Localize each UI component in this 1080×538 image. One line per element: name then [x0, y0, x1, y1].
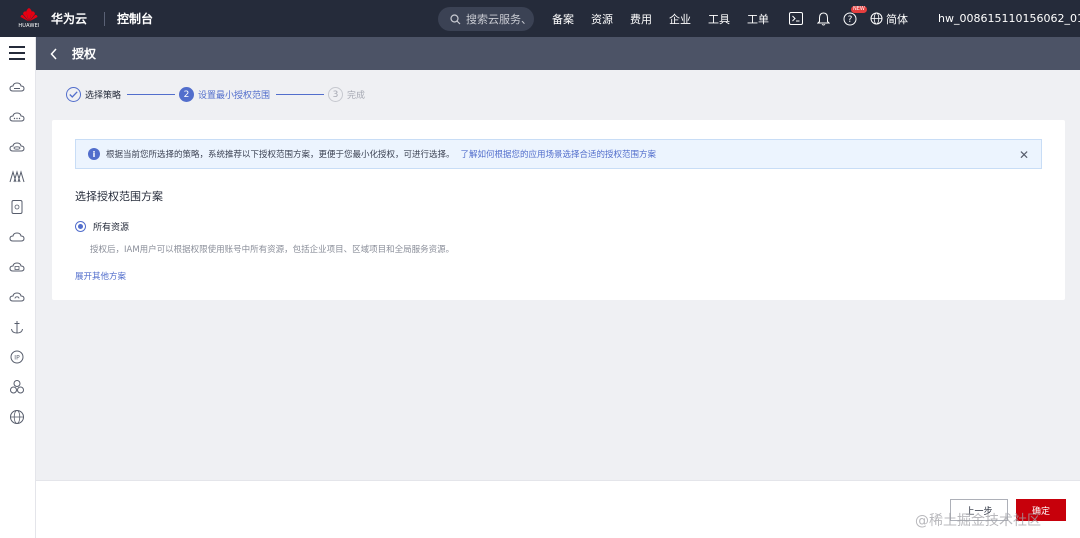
watermark: @稀土掘金技术社区 [915, 513, 1041, 529]
svg-text:?: ? [848, 15, 853, 25]
notice-text: 根据当前您所选择的策略，系统推荐以下授权范围方案，更便于您最小化授权，可进行选择… [106, 150, 455, 160]
username[interactable]: hw_008615110156062_01 [938, 12, 1080, 25]
top-navigation-bar: HUAWEI 华为云 控制台 搜索云服务、 备案 资源 费用 企业 工具 工单 [0, 0, 1080, 37]
new-badge: NEW [851, 5, 867, 13]
search-box[interactable]: 搜索云服务、 [438, 7, 534, 31]
network-icon[interactable] [9, 169, 25, 185]
top-icons: ? NEW 简体 [789, 0, 938, 37]
nav-beian[interactable]: 备案 [552, 11, 574, 27]
section-title: 选择授权范围方案 [75, 190, 163, 203]
bell-icon[interactable] [816, 11, 830, 26]
close-icon[interactable]: ✕ [1019, 148, 1029, 162]
help-icon[interactable]: ? NEW [843, 5, 867, 26]
cloud-outline-icon[interactable] [9, 229, 25, 245]
sidebar: IP [0, 37, 36, 538]
back-icon[interactable] [50, 47, 60, 61]
cloud-container-icon[interactable] [9, 259, 25, 275]
nav-enterprise[interactable]: 企业 [669, 11, 691, 27]
nav-tools[interactable]: 工具 [708, 11, 730, 27]
info-icon: i [88, 148, 100, 160]
brand[interactable]: HUAWEI 华为云 [0, 5, 104, 33]
huawei-logo[interactable]: HUAWEI [16, 5, 42, 33]
step-connector [127, 93, 176, 96]
page-title: 授权 [72, 47, 97, 61]
console-link[interactable]: 控制台 [117, 10, 153, 27]
svg-text:IP: IP [14, 355, 20, 362]
nav-tickets[interactable]: 工单 [747, 11, 769, 27]
search-icon [450, 13, 461, 24]
language-label: 简体 [886, 12, 908, 26]
option-description: 授权后，IAM用户可以根据权限使用账号中所有资源，包括企业项目、区域项目和全局服… [90, 245, 455, 255]
globe-icon[interactable] [9, 409, 25, 425]
ip-icon[interactable]: IP [9, 349, 25, 365]
anchor-icon[interactable] [9, 319, 25, 335]
scope-option-all-resources[interactable]: 所有资源 [75, 220, 129, 233]
logo-text: HUAWEI [18, 23, 40, 29]
step-1-check-icon [66, 87, 81, 102]
search-placeholder: 搜索云服务、 [466, 13, 532, 26]
cloud-database-icon[interactable] [9, 139, 25, 155]
expand-other-options-link[interactable]: 展开其他方案 [75, 270, 126, 282]
nav-billing[interactable]: 费用 [630, 11, 652, 27]
notice-help-link[interactable]: 了解如何根据您的应用场景选择合适的授权范围方案 [461, 148, 657, 160]
step-3-label: 完成 [347, 91, 366, 101]
step-indicator: 选择策略 2 设置最小授权范围 3 完成 [66, 87, 365, 102]
step-1-label: 选择策略 [85, 91, 122, 101]
option-label: 所有资源 [93, 223, 130, 233]
step-2-label: 设置最小授权范围 [198, 91, 271, 101]
scope-card: i 根据当前您所选择的策略，系统推荐以下授权范围方案，更便于您最小化授权，可进行… [52, 120, 1065, 300]
cloud-refresh-icon[interactable] [9, 289, 25, 305]
cloud-server-icon[interactable] [9, 79, 25, 95]
step-connector [276, 93, 325, 96]
top-nav-links: 备案 资源 费用 企业 工具 工单 [552, 0, 786, 37]
huawei-petal-icon [20, 8, 38, 22]
step-3-circle: 3 [328, 87, 344, 102]
step-2-circle: 2 [179, 87, 195, 102]
globe-icon [870, 12, 883, 25]
cloud-icon[interactable] [9, 109, 25, 125]
info-notice: i 根据当前您所选择的策略，系统推荐以下授权范围方案，更便于您最小化授权，可进行… [75, 139, 1042, 169]
cluster-icon[interactable] [9, 379, 25, 395]
nav-resources[interactable]: 资源 [591, 11, 613, 27]
divider [104, 11, 105, 26]
page-header: 授权 [36, 37, 1080, 70]
storage-icon[interactable] [9, 199, 25, 215]
brand-name: 华为云 [51, 12, 88, 26]
terminal-icon[interactable] [789, 12, 803, 26]
language-switch[interactable]: 简体 [870, 11, 908, 27]
menu-icon[interactable] [9, 46, 25, 60]
radio-selected-icon[interactable] [75, 221, 86, 232]
